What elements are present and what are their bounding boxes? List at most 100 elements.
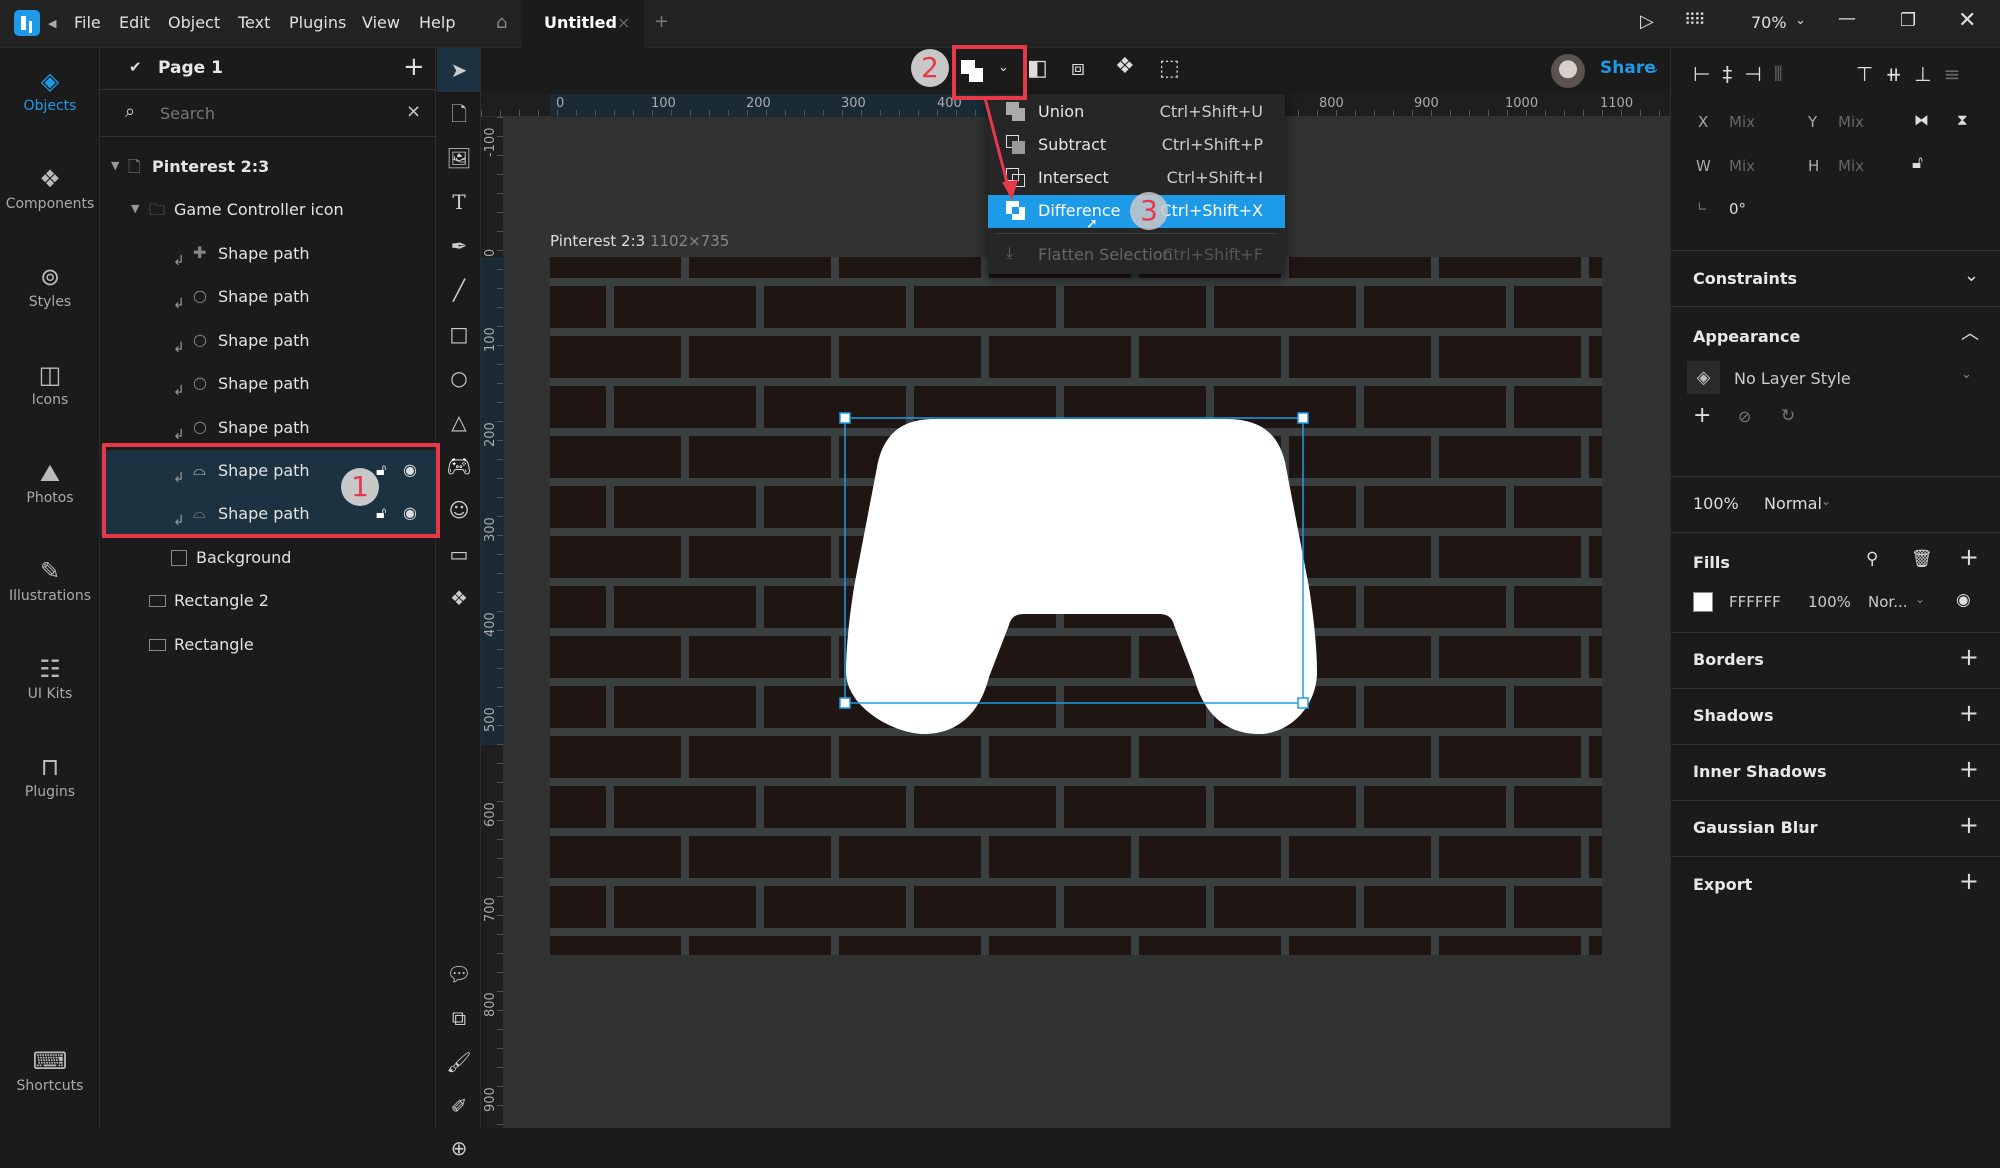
eyedropper-tool-icon[interactable]: ✐: [437, 1086, 481, 1126]
layer-item[interactable]: ↲ ○ Shape path: [101, 320, 436, 363]
align-left-icon[interactable]: ⊢: [1693, 62, 1722, 86]
opacity-input[interactable]: 100%: [1693, 494, 1739, 513]
menu-help[interactable]: Help: [419, 13, 455, 32]
fill-opacity-input[interactable]: 100%: [1808, 593, 1851, 611]
chevron-up-icon[interactable]: ︿: [1961, 319, 1979, 345]
select-tool[interactable]: ➤: [437, 48, 481, 92]
align-middle-icon[interactable]: ⧺: [1885, 62, 1914, 86]
layer-item[interactable]: Rectangle: [101, 624, 436, 667]
page-selector[interactable]: ✔ Page 1 +: [101, 48, 436, 90]
share-chevron-icon[interactable]: ⌄: [1650, 61, 1660, 75]
menu-view[interactable]: View: [362, 13, 400, 32]
layer-search[interactable]: ⌕ Search ⨯: [101, 91, 436, 137]
nav-objects[interactable]: ◈ Objects: [0, 64, 100, 114]
fill-hex-input[interactable]: FFFFFF: [1729, 593, 1781, 611]
play-icon[interactable]: ▷: [1640, 11, 1654, 32]
x-input[interactable]: Mix: [1729, 113, 1755, 131]
layer-item[interactable]: Background: [101, 537, 436, 580]
align-bottom-icon[interactable]: ⊥: [1914, 62, 1943, 86]
layer-group[interactable]: ▼ 🗀 Game Controller icon: [101, 189, 436, 232]
fill-color-swatch[interactable]: [1693, 592, 1713, 612]
nav-components[interactable]: ❖ Components: [0, 162, 100, 212]
add-style-icon[interactable]: +: [1693, 403, 1711, 428]
add-border-icon[interactable]: +: [1959, 643, 1979, 671]
rotation-input[interactable]: 0°: [1729, 200, 1746, 218]
layer-item[interactable]: ↲ ✚ Shape path: [101, 233, 436, 276]
close-tab-icon[interactable]: ×: [617, 13, 630, 32]
eye-icon[interactable]: ◉: [1956, 590, 1971, 610]
new-tab-icon[interactable]: +: [654, 11, 669, 32]
flip-vertical-icon[interactable]: ⧗: [1957, 111, 1968, 129]
reset-style-icon[interactable]: ↻: [1781, 406, 1795, 426]
nav-plugins[interactable]: ⊓ Plugins: [0, 750, 100, 800]
layer-artboard[interactable]: ▼ 🗋 Pinterest 2:3: [101, 146, 436, 189]
zoom-tool-icon[interactable]: ⊕: [437, 1128, 481, 1168]
chevron-down-icon[interactable]: ⌄: [1821, 494, 1831, 508]
create-component-icon[interactable]: ❖: [1115, 54, 1135, 79]
ellipse-tool-icon[interactable]: ○: [437, 358, 481, 398]
menu-object[interactable]: Object: [168, 13, 220, 32]
image-tool-icon[interactable]: 🖼︎: [437, 138, 481, 178]
menu-file[interactable]: File: [74, 13, 101, 32]
avatar-tool-icon[interactable]: ☺: [437, 490, 481, 530]
share-button[interactable]: Share: [1600, 58, 1656, 78]
nav-styles[interactable]: ⊚ Styles: [0, 260, 100, 310]
menu-text[interactable]: Text: [238, 13, 270, 32]
layer-style-select[interactable]: No Layer Style: [1734, 369, 1851, 388]
add-fill-icon[interactable]: +: [1959, 543, 1979, 571]
resize-handle[interactable]: [1297, 697, 1309, 709]
chevron-down-icon[interactable]: ⌄: [1964, 265, 1979, 286]
triangle-tool-icon[interactable]: △: [437, 402, 481, 442]
nav-illustrations[interactable]: ✎ Illustrations: [0, 554, 100, 604]
group-icon[interactable]: ⧈: [1071, 56, 1085, 81]
tab-untitled[interactable]: Untitled ×: [522, 0, 644, 48]
restore-icon[interactable]: ❐: [1900, 10, 1916, 31]
blend-mode-select[interactable]: Normal: [1764, 494, 1822, 513]
constraints-section[interactable]: Constraints ⌄: [1671, 250, 2000, 306]
resize-handle[interactable]: [1297, 412, 1309, 424]
component-frame-tool-icon[interactable]: ▭: [437, 534, 481, 574]
distribute-horizontal-icon[interactable]: ⦀: [1774, 62, 1795, 86]
nav-photos[interactable]: ⛰ Photos: [0, 456, 100, 506]
controller-fill[interactable]: [846, 419, 1317, 734]
comment-tool-icon[interactable]: 💬︎: [437, 954, 481, 994]
collapse-all-icon[interactable]: ⨯: [406, 101, 421, 122]
w-input[interactable]: Mix: [1729, 157, 1755, 175]
add-shadow-icon[interactable]: +: [1959, 699, 1979, 727]
lock-ratio-icon[interactable]: 🔓︎: [1912, 153, 1923, 173]
components-tool-icon[interactable]: ❖: [437, 578, 481, 618]
prototype-tool-icon[interactable]: ⧉: [437, 998, 481, 1038]
gamepad-tool-icon[interactable]: 🎮︎: [437, 446, 481, 486]
zoom-chevron-icon[interactable]: ⌄: [1795, 13, 1806, 28]
trash-icon[interactable]: 🗑︎: [1911, 549, 1933, 569]
caret-down-icon[interactable]: ▼: [131, 202, 139, 215]
layer-item[interactable]: ↲ ○ Shape path: [101, 276, 436, 319]
distribute-vertical-icon[interactable]: ≡: [1944, 62, 1973, 86]
h-input[interactable]: Mix: [1838, 157, 1864, 175]
resize-frame-icon[interactable]: ⬚: [1159, 56, 1180, 81]
add-inner-shadow-icon[interactable]: +: [1959, 755, 1979, 783]
caret-down-icon[interactable]: ▼: [111, 159, 119, 172]
menu-edit[interactable]: Edit: [119, 13, 150, 32]
rectangle-tool-icon[interactable]: □: [437, 314, 481, 354]
nav-ui-kits[interactable]: ☷ UI Kits: [0, 652, 100, 702]
artboard-tool-icon[interactable]: 🗋: [437, 94, 481, 134]
add-page-icon[interactable]: +: [403, 52, 425, 82]
resize-handle[interactable]: [839, 697, 851, 709]
apps-grid-icon[interactable]: ⠿⠿: [1684, 10, 1705, 29]
back-arrow-icon[interactable]: ◀: [48, 17, 56, 30]
chevron-down-icon[interactable]: ⌄: [1961, 367, 1972, 382]
line-tool-icon[interactable]: ╱: [437, 270, 481, 310]
home-icon[interactable]: ⌂: [496, 12, 507, 33]
align-right-icon[interactable]: ⊣: [1744, 62, 1773, 86]
zoom-level[interactable]: 70%: [1751, 13, 1787, 32]
y-input[interactable]: Mix: [1838, 113, 1864, 131]
add-blur-icon[interactable]: +: [1959, 811, 1979, 839]
layer-item[interactable]: ↲ ○ Shape path: [101, 363, 436, 406]
fill-blend-select[interactable]: Nor...: [1868, 593, 1908, 611]
align-center-icon[interactable]: ‡: [1722, 62, 1744, 86]
fill-settings-icon[interactable]: ⚲: [1866, 549, 1878, 569]
apply-style-icon[interactable]: ⊘: [1738, 407, 1751, 426]
minimize-icon[interactable]: —: [1838, 8, 1856, 29]
pen-tool-icon[interactable]: ✒: [437, 226, 481, 266]
